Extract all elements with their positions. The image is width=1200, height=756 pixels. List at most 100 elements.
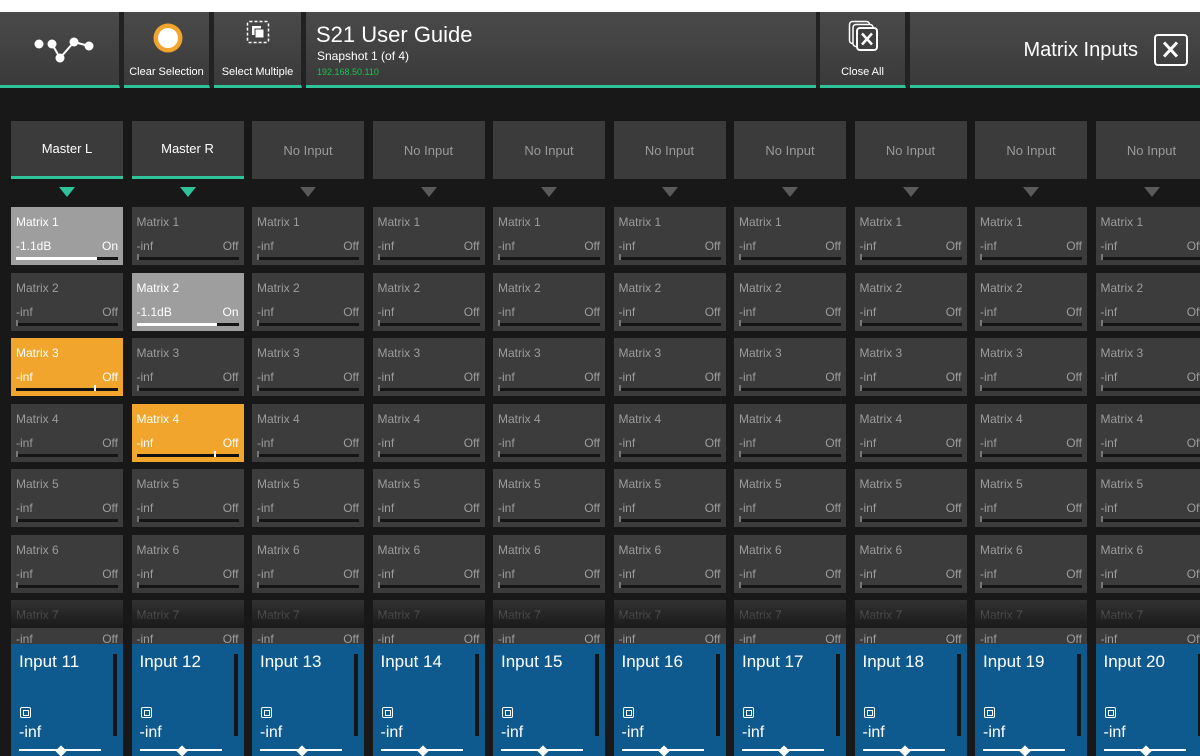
matrix-send-cell[interactable]: Matrix 6 -inf Off [493,534,605,593]
matrix-send-cell[interactable]: Matrix 3 -inf Off [734,338,846,396]
matrix-send-cell[interactable]: Matrix 5 -inf Off [734,469,846,527]
matrix-send-cell[interactable]: Matrix 4 -inf Off [372,403,485,462]
input-strip[interactable]: Input 18 -inf [854,644,967,756]
input-strip[interactable]: Input 19 -inf [975,644,1087,756]
send-state: Off [222,435,239,450]
matrix-send-cell[interactable]: Matrix 1 -inf Off [1095,207,1200,265]
matrix-send-cell[interactable]: Matrix 3 -inf Off [493,338,605,396]
matrix-send-cell[interactable]: Matrix 5 -inf Off [11,469,123,527]
matrix-send-cell[interactable]: Matrix 3 -inf Off [372,338,485,396]
matrix-send-cell[interactable]: Matrix 1 -1.1dB On [11,207,123,265]
input-strip[interactable]: Input 13 -inf [252,644,364,756]
send-level-marker [618,450,621,457]
matrix-send-cell[interactable]: Matrix 2 -inf Off [493,272,605,331]
matrix-send-cell[interactable]: Matrix 3 -inf Off [131,338,244,396]
matrix-send-cell[interactable]: Matrix 4 -inf Off [854,403,967,462]
send-level: -inf [859,566,877,581]
matrix-send-cell[interactable]: Matrix 5 -inf Off [252,469,364,527]
input-strip[interactable]: Input 15 -inf [493,644,605,756]
matrix-send-cell[interactable]: Matrix 5 -inf Off [131,469,244,527]
input-fader-knob[interactable] [175,745,188,756]
master-assign-button[interactable]: No Input [975,121,1087,179]
matrix-send-cell[interactable]: Matrix 5 -inf Off [1095,469,1200,527]
matrix-send-cell[interactable]: Matrix 1 -inf Off [493,207,605,265]
close-all-button[interactable]: Close All [820,12,906,88]
matrix-send-cell[interactable]: Matrix 1 -inf Off [252,207,364,265]
matrix-send-cell[interactable]: Matrix 5 -inf Off [975,469,1087,527]
master-assign-button[interactable]: No Input [854,121,967,179]
matrix-send-cell[interactable]: Matrix 1 -inf Off [975,207,1087,265]
master-assign-button[interactable]: No Input [734,121,846,179]
select-multiple-button[interactable]: Select Multiple [214,12,302,88]
matrix-send-cell[interactable]: Matrix 6 -inf Off [252,534,364,593]
matrix-send-cell[interactable]: Matrix 2 -inf Off [734,272,846,331]
input-strip[interactable]: Input 16 -inf [613,644,726,756]
input-strip[interactable]: Input 14 -inf [372,644,485,756]
matrix-send-cell[interactable]: Matrix 5 -inf Off [372,469,485,527]
input-fader-knob[interactable] [1019,745,1031,756]
matrix-send-cell[interactable]: Matrix 2 -inf Off [11,272,123,331]
master-assign-button[interactable]: Master R [131,121,244,179]
matrix-send-cell[interactable]: Matrix 6 -inf Off [854,534,967,593]
master-assign-button[interactable]: No Input [613,121,726,179]
master-assign-button[interactable]: No Input [493,121,605,179]
matrix-send-cell[interactable]: Matrix 4 -inf Off [252,403,364,462]
input-strip[interactable]: Input 12 -inf [131,644,244,756]
matrix-send-cell[interactable]: Matrix 6 -inf Off [131,534,244,593]
matrix-send-cell[interactable]: Matrix 1 -inf Off [372,207,485,265]
input-strip[interactable]: Input 17 -inf [734,644,846,756]
matrix-send-cell[interactable]: Matrix 6 -inf Off [613,534,726,593]
matrix-send-cell[interactable]: Matrix 3 -inf Off [1095,338,1200,396]
input-fader-knob[interactable] [1139,745,1152,756]
matrix-send-cell[interactable]: Matrix 6 -inf Off [1095,534,1200,593]
master-assign-button[interactable]: No Input [372,121,485,179]
clear-selection-button[interactable]: Clear Selection [124,12,210,88]
matrix-send-cell[interactable]: Matrix 1 -inf Off [131,207,244,265]
matrix-send-cell[interactable]: Matrix 5 -inf Off [854,469,967,527]
matrix-send-cell[interactable]: Matrix 3 -inf Off [11,338,123,396]
input-fader-knob[interactable] [416,745,429,756]
matrix-send-cell[interactable]: Matrix 6 -inf Off [11,534,123,593]
matrix-send-cell[interactable]: Matrix 3 -inf Off [854,338,967,396]
matrix-send-cell[interactable]: Matrix 4 -inf Off [11,403,123,462]
matrix-send-cell[interactable]: Matrix 2 -inf Off [854,272,967,331]
matrix-send-cell[interactable]: Matrix 3 -inf Off [975,338,1087,396]
send-level-marker [136,581,139,588]
input-fader-knob[interactable] [657,745,670,756]
matrix-send-cell[interactable]: Matrix 3 -inf Off [252,338,364,396]
input-fader-knob[interactable] [296,745,308,756]
matrix-send-cell[interactable]: Matrix 2 -inf Off [372,272,485,331]
matrix-send-cell[interactable]: Matrix 5 -inf Off [493,469,605,527]
matrix-send-cell[interactable]: Matrix 4 -inf Off [734,403,846,462]
input-fader-knob[interactable] [537,745,549,756]
input-strip[interactable]: Input 11 -inf [11,644,123,756]
matrix-send-cell[interactable]: Matrix 6 -inf Off [372,534,485,593]
network-button[interactable] [0,12,120,88]
matrix-send-cell[interactable]: Matrix 5 -inf Off [613,469,726,527]
matrix-send-cell[interactable]: Matrix 2 -inf Off [1095,272,1200,331]
input-strip[interactable]: Input 20 -inf [1095,644,1200,756]
master-assign-button[interactable]: No Input [252,121,364,179]
input-fader-knob[interactable] [898,745,911,756]
close-panel-button[interactable] [1154,34,1188,66]
matrix-send-cell[interactable]: Matrix 1 -inf Off [734,207,846,265]
matrix-send-cell[interactable]: Matrix 4 -inf Off [1095,403,1200,462]
input-fader-knob[interactable] [55,745,67,756]
matrix-send-cell[interactable]: Matrix 4 -inf Off [131,403,244,462]
matrix-send-cell[interactable]: Matrix 6 -inf Off [975,534,1087,593]
matrix-send-cell[interactable]: Matrix 1 -inf Off [613,207,726,265]
matrix-send-cell[interactable]: Matrix 3 -inf Off [613,338,726,396]
matrix-send-cell[interactable]: Matrix 2 -1.1dB On [131,272,244,331]
matrix-send-cell[interactable]: Matrix 2 -inf Off [975,272,1087,331]
master-assign-button[interactable]: Master L [11,121,123,179]
matrix-name: Matrix 7 [136,608,180,622]
input-fader-knob[interactable] [778,745,790,756]
matrix-send-cell[interactable]: Matrix 2 -inf Off [252,272,364,331]
master-assign-button[interactable]: No Input [1095,121,1200,179]
matrix-send-cell[interactable]: Matrix 1 -inf Off [854,207,967,265]
matrix-send-cell[interactable]: Matrix 4 -inf Off [975,403,1087,462]
matrix-send-cell[interactable]: Matrix 4 -inf Off [493,403,605,462]
matrix-send-cell[interactable]: Matrix 2 -inf Off [613,272,726,331]
matrix-send-cell[interactable]: Matrix 6 -inf Off [734,534,846,593]
matrix-send-cell[interactable]: Matrix 4 -inf Off [613,403,726,462]
